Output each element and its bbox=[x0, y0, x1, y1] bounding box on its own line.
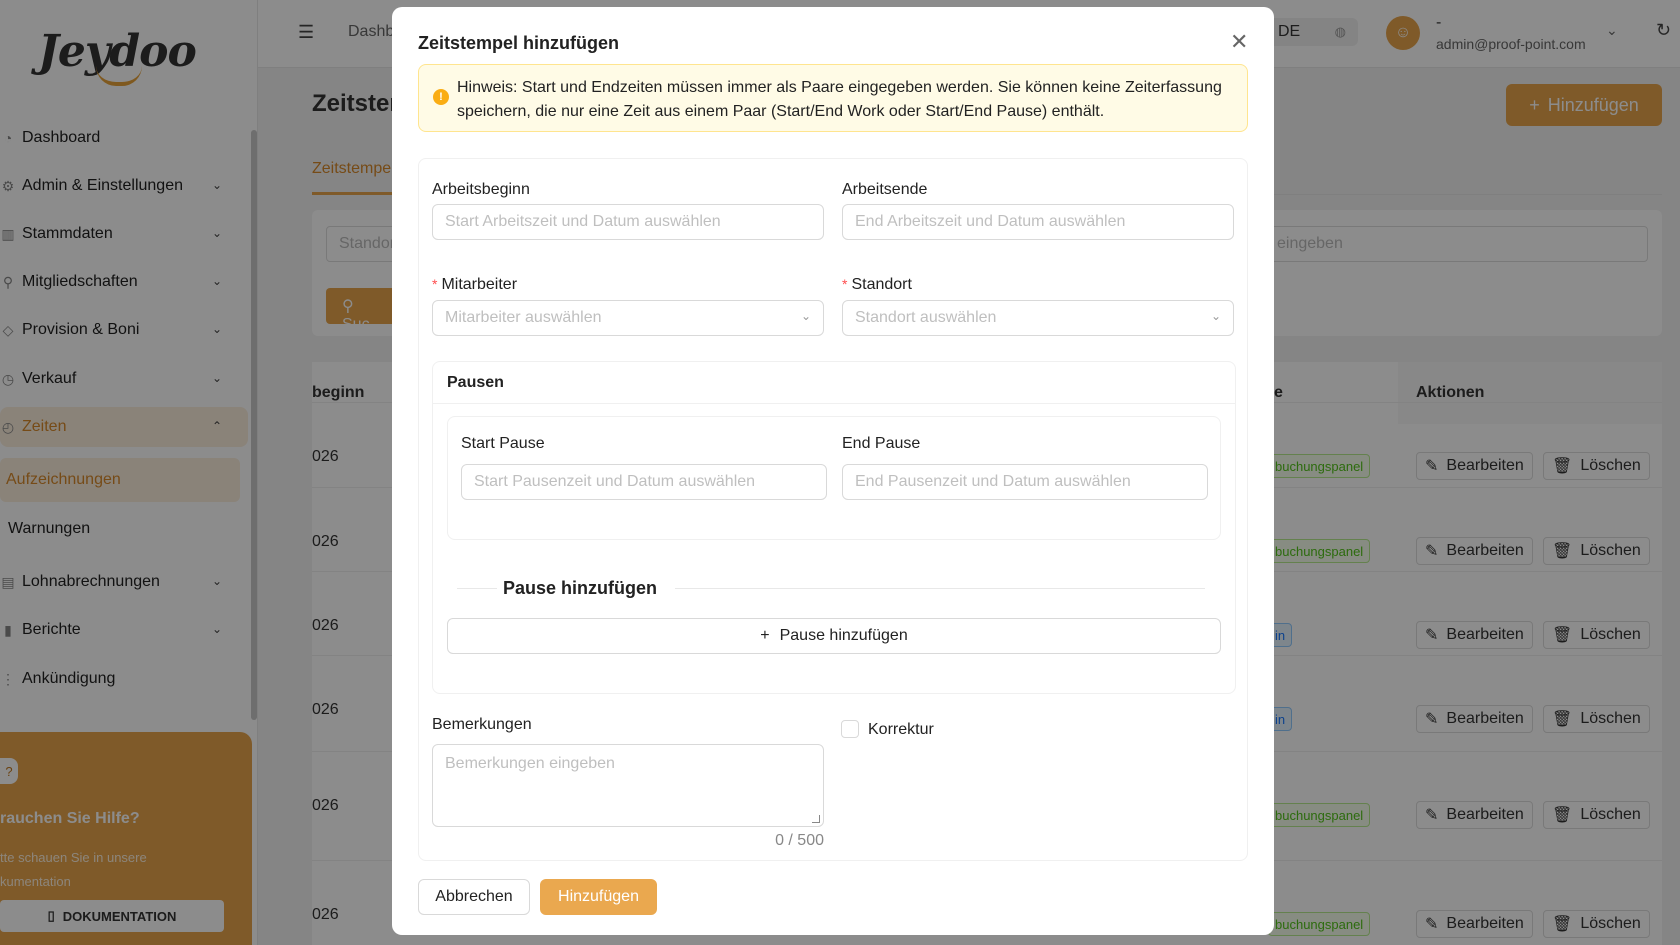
required-mark: * bbox=[432, 276, 438, 292]
correction-checkbox[interactable] bbox=[841, 720, 859, 738]
modal-title: Zeitstempel hinzufügen bbox=[418, 33, 620, 53]
cancel-button[interactable]: Abbrechen bbox=[418, 879, 530, 915]
remarks-label: Bemerkungen bbox=[432, 716, 532, 733]
work-end-picker[interactable]: End Arbeitszeit und Datum auswählen bbox=[842, 204, 1234, 240]
location-select-placeholder: Standort auswählen bbox=[855, 309, 997, 326]
employee-label: * Mitarbeiter bbox=[432, 276, 517, 294]
chevron-down-icon: ⌄ bbox=[1210, 309, 1221, 323]
employee-select-placeholder: Mitarbeiter auswählen bbox=[445, 309, 602, 326]
warning-alert: ! Hinweis: Start und Endzeiten müssen im… bbox=[418, 64, 1248, 132]
location-label-text: Standort bbox=[851, 276, 912, 293]
add-break-button[interactable]: + Pause hinzufügen bbox=[447, 618, 1221, 654]
remarks-counter: 0 / 500 bbox=[775, 832, 824, 849]
location-select[interactable]: Standort auswählen ⌄ bbox=[842, 300, 1234, 336]
correction-label[interactable]: Korrektur bbox=[868, 721, 934, 739]
break-start-label: Start Pause bbox=[461, 435, 545, 452]
add-timestamp-modal: Zeitstempel hinzufügen ✕ ! Hinweis: Star… bbox=[392, 7, 1274, 935]
add-break-divider: Pause hinzufügen bbox=[503, 578, 658, 598]
breaks-title: Pausen bbox=[433, 362, 1235, 404]
break-end-picker[interactable]: End Pausenzeit und Datum auswählen bbox=[842, 464, 1208, 500]
break-start-picker[interactable]: Start Pausenzeit und Datum auswählen bbox=[461, 464, 827, 500]
required-mark: * bbox=[842, 276, 848, 292]
employee-select[interactable]: Mitarbeiter auswählen ⌄ bbox=[432, 300, 824, 336]
break-end-label: End Pause bbox=[842, 435, 921, 452]
work-end-label: Arbeitsende bbox=[842, 181, 928, 198]
add-break-button-label: Pause hinzufügen bbox=[779, 627, 908, 644]
work-start-picker[interactable]: Start Arbeitszeit und Datum auswählen bbox=[432, 204, 824, 240]
chevron-down-icon: ⌄ bbox=[800, 309, 811, 323]
divider-line bbox=[675, 588, 1205, 589]
location-label: * Standort bbox=[842, 276, 912, 294]
plus-icon: + bbox=[760, 627, 770, 644]
breaks-card: Pausen Start Pause Start Pausenzeit und … bbox=[432, 361, 1236, 694]
employee-label-text: Mitarbeiter bbox=[441, 276, 518, 293]
close-icon[interactable]: ✕ bbox=[1230, 31, 1248, 53]
remarks-placeholder: Bemerkungen eingeben bbox=[445, 755, 615, 772]
warning-icon: ! bbox=[433, 89, 449, 105]
remarks-textarea[interactable]: Bemerkungen eingeben bbox=[432, 744, 824, 827]
warning-text: Hinweis: Start und Endzeiten müssen imme… bbox=[457, 79, 1222, 120]
submit-button[interactable]: Hinzufügen bbox=[540, 879, 657, 915]
break-item: Start Pause Start Pausenzeit und Datum a… bbox=[447, 416, 1221, 540]
work-start-label: Arbeitsbeginn bbox=[432, 181, 530, 198]
resize-handle-icon[interactable] bbox=[812, 815, 820, 823]
divider-line bbox=[457, 588, 497, 589]
